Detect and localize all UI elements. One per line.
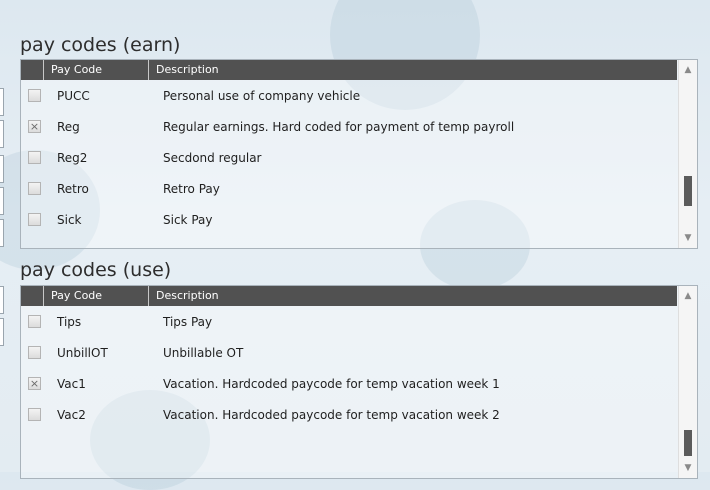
column-header-description[interactable]: Description xyxy=(148,286,219,306)
description-cell: Vacation. Hardcoded paycode for temp vac… xyxy=(163,408,500,422)
grid-header: Pay Code Description xyxy=(21,286,677,306)
left-edge-input[interactable] xyxy=(0,88,4,116)
scroll-thumb[interactable] xyxy=(684,430,692,456)
left-edge-input[interactable] xyxy=(0,120,4,148)
scroll-up-arrow-icon[interactable]: ▲ xyxy=(679,288,697,304)
row-checkbox[interactable] xyxy=(28,182,41,195)
pay-code-cell: Sick xyxy=(57,213,82,227)
earn-section-title: pay codes (earn) xyxy=(20,34,181,56)
pay-code-cell: Reg2 xyxy=(57,151,88,165)
column-header-description[interactable]: Description xyxy=(148,60,219,80)
use-section-title: pay codes (use) xyxy=(20,259,172,281)
use-pay-codes-grid: Pay Code Description Tips Tips Pay Unbil… xyxy=(20,285,698,479)
row-checkbox[interactable] xyxy=(28,151,41,164)
row-checkbox[interactable] xyxy=(28,213,41,226)
column-header-pay-code[interactable]: Pay Code xyxy=(43,286,102,306)
table-row[interactable]: PUCC Personal use of company vehicle xyxy=(21,81,677,112)
earn-pay-codes-grid: Pay Code Description PUCC Personal use o… xyxy=(20,59,698,249)
left-edge-input[interactable] xyxy=(0,286,4,314)
pay-code-cell: Vac1 xyxy=(57,377,86,391)
left-edge-input[interactable] xyxy=(0,155,4,183)
description-cell: Sick Pay xyxy=(163,213,213,227)
description-cell: Personal use of company vehicle xyxy=(163,89,361,103)
left-edge-input[interactable] xyxy=(0,318,4,346)
checked-checkbox[interactable]: × xyxy=(28,377,41,390)
table-row[interactable]: × Reg Regular earnings. Hard coded for p… xyxy=(21,112,677,143)
table-row[interactable]: Retro Retro Pay xyxy=(21,174,677,205)
grid-header: Pay Code Description xyxy=(21,60,677,80)
row-checkbox[interactable] xyxy=(28,89,41,102)
row-checkbox[interactable] xyxy=(28,408,41,421)
description-cell: Unbillable OT xyxy=(163,346,244,360)
pay-code-cell: Reg xyxy=(57,120,80,134)
table-row[interactable]: Vac2 Vacation. Hardcoded paycode for tem… xyxy=(21,400,677,431)
column-header-pay-code[interactable]: Pay Code xyxy=(43,60,102,80)
pay-code-cell: Vac2 xyxy=(57,408,86,422)
description-cell: Regular earnings. Hard coded for payment… xyxy=(163,120,515,134)
table-row[interactable]: UnbillOT Unbillable OT xyxy=(21,338,677,369)
table-row[interactable]: × Vac1 Vacation. Hardcoded paycode for t… xyxy=(21,369,677,400)
vertical-scrollbar[interactable]: ▲ ▼ xyxy=(678,60,697,248)
description-cell: Retro Pay xyxy=(163,182,220,196)
pay-code-cell: Retro xyxy=(57,182,89,196)
left-edge-input[interactable] xyxy=(0,187,4,215)
left-edge-input[interactable] xyxy=(0,219,4,247)
scroll-thumb[interactable] xyxy=(684,176,692,206)
scroll-up-arrow-icon[interactable]: ▲ xyxy=(679,62,697,78)
pay-code-cell: PUCC xyxy=(57,89,90,103)
description-cell: Vacation. Hardcoded paycode for temp vac… xyxy=(163,377,500,391)
description-cell: Secdond regular xyxy=(163,151,262,165)
row-checkbox[interactable] xyxy=(28,315,41,328)
description-cell: Tips Pay xyxy=(163,315,213,329)
row-checkbox[interactable] xyxy=(28,346,41,359)
vertical-scrollbar[interactable]: ▲ ▼ xyxy=(678,286,697,478)
grid-rows: PUCC Personal use of company vehicle × R… xyxy=(21,81,677,236)
scroll-down-arrow-icon[interactable]: ▼ xyxy=(679,460,697,476)
scroll-down-arrow-icon[interactable]: ▼ xyxy=(679,230,697,246)
pay-code-cell: UnbillOT xyxy=(57,346,108,360)
table-row[interactable]: Sick Sick Pay xyxy=(21,205,677,236)
checked-checkbox[interactable]: × xyxy=(28,120,41,133)
grid-rows: Tips Tips Pay UnbillOT Unbillable OT × V… xyxy=(21,307,677,431)
table-row[interactable]: Reg2 Secdond regular xyxy=(21,143,677,174)
pay-code-cell: Tips xyxy=(57,315,82,329)
table-row[interactable]: Tips Tips Pay xyxy=(21,307,677,338)
